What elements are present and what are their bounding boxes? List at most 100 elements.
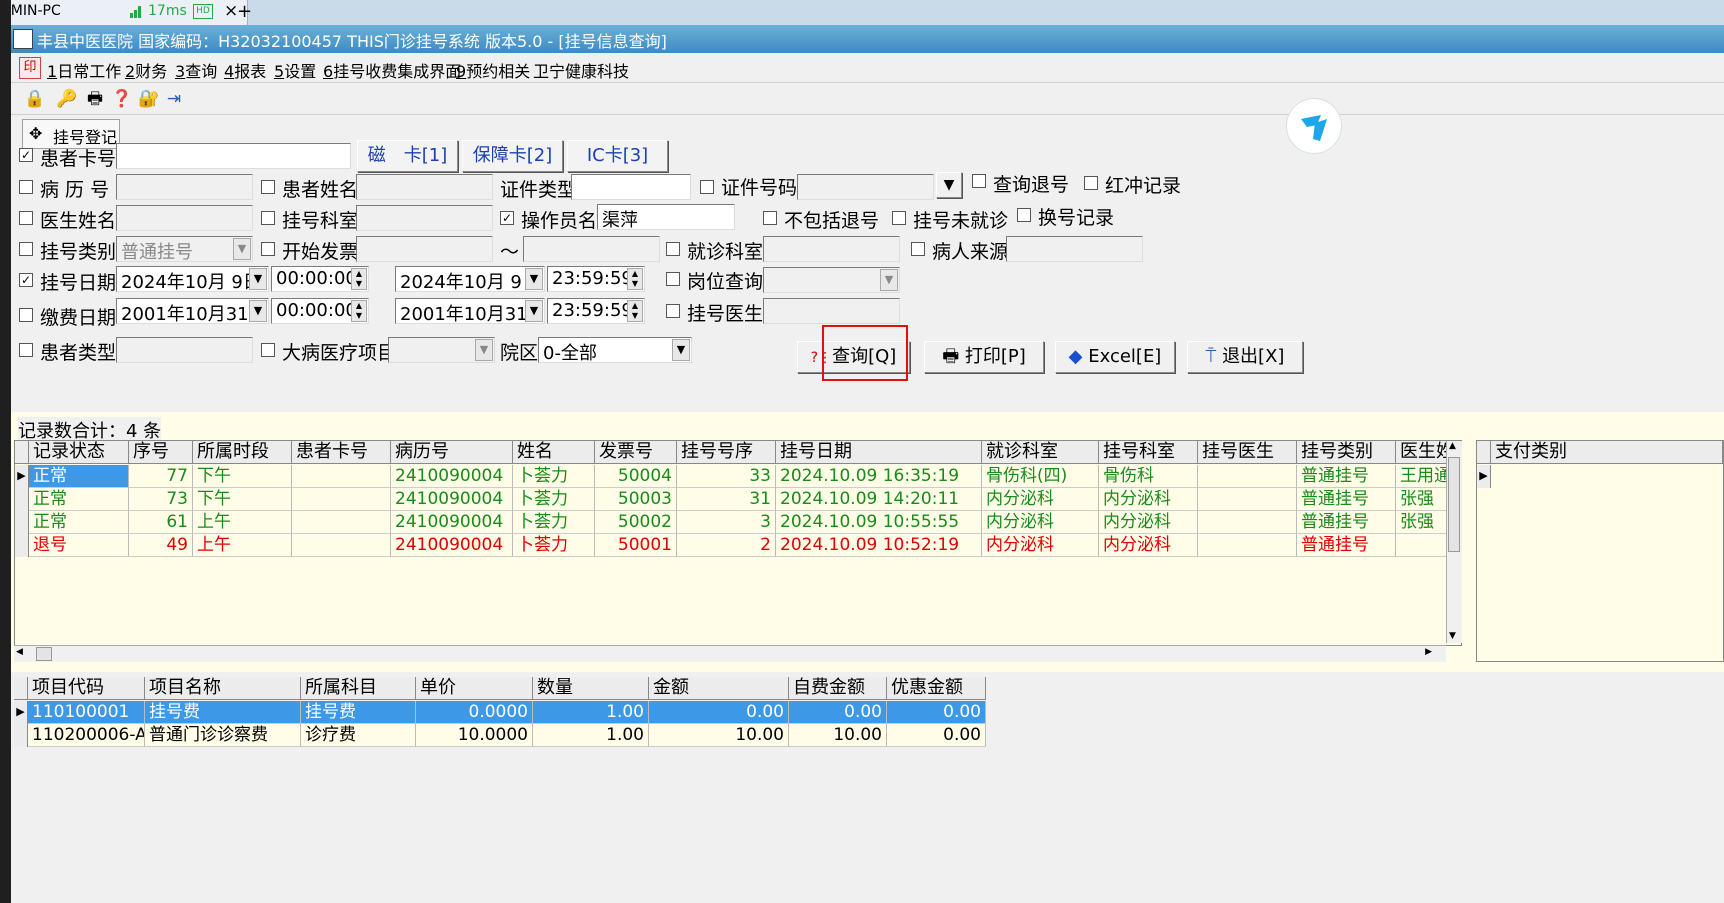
cell-reg-order[interactable]: 2 bbox=[677, 534, 776, 557]
patient-type-input[interactable] bbox=[116, 337, 253, 363]
cell-seq[interactable]: 77 bbox=[129, 465, 193, 488]
cell-period[interactable]: 上午 bbox=[193, 534, 292, 557]
reg-dept-input[interactable] bbox=[356, 205, 493, 231]
cell-invoice[interactable]: 50001 bbox=[595, 534, 677, 557]
calendar-dropdown-icon[interactable]: ▼ bbox=[249, 268, 267, 290]
start-invoice-checkbox[interactable] bbox=[261, 242, 275, 256]
fee-row[interactable]: 110200006-A 普通门诊诊察费 诊疗费 10.0000 1.00 10.00 10.… bbox=[14, 724, 986, 747]
reg-type-checkbox[interactable] bbox=[19, 242, 33, 256]
cell-reg-doctor[interactable] bbox=[1198, 465, 1297, 488]
cell-seq[interactable]: 49 bbox=[129, 534, 193, 557]
cell-record-no[interactable]: 2410090004 bbox=[391, 488, 513, 511]
cell-period[interactable]: 上午 bbox=[193, 511, 292, 534]
patient-source-checkbox[interactable] bbox=[911, 242, 925, 256]
cell-quantity[interactable]: 1.00 bbox=[533, 724, 649, 747]
cell-unit-price[interactable]: 10.0000 bbox=[416, 724, 533, 747]
exit-button[interactable]: ⍑ 退出[X] bbox=[1187, 341, 1303, 373]
cell-name[interactable]: 卜荟力 bbox=[513, 511, 595, 534]
exit-door-icon[interactable]: ⇥ bbox=[163, 88, 185, 110]
cell-invoice[interactable]: 50004 bbox=[595, 465, 677, 488]
help-icon[interactable]: ❓ bbox=[111, 88, 133, 110]
col-item-name[interactable]: 项目名称 bbox=[145, 677, 301, 700]
reg-date-from[interactable]: 2024年10月 9日 ▼ bbox=[116, 266, 269, 292]
hscroll-thumb[interactable] bbox=[36, 647, 52, 661]
record-no-input[interactable] bbox=[116, 174, 253, 200]
cell-reg-date[interactable]: 2024.10.09 10:52:19 bbox=[776, 534, 982, 557]
major-illness-select[interactable]: ▼ bbox=[388, 337, 495, 363]
cell-reg-type[interactable]: 普通挂号 bbox=[1297, 534, 1396, 557]
insurance-card-button[interactable]: 保障卡[2] bbox=[462, 140, 563, 172]
cell-status[interactable]: 正常 bbox=[29, 511, 129, 534]
scroll-thumb[interactable] bbox=[1448, 457, 1460, 552]
patient-source-input[interactable] bbox=[1006, 236, 1143, 262]
system-icon[interactable]: 印 bbox=[19, 57, 41, 79]
reg-time-from[interactable]: 00:00:00 ▲ ▼ bbox=[271, 266, 369, 292]
patient-type-checkbox[interactable] bbox=[19, 343, 33, 357]
card-no-input[interactable] bbox=[116, 143, 351, 169]
scroll-down-icon[interactable]: ▼ bbox=[1449, 631, 1456, 641]
table-row[interactable]: 正常 73 下午 2410090004 卜荟力 50003 31 2024.10.09 14:… bbox=[15, 488, 1447, 511]
reg-time-to[interactable]: 23:59:59 ▲ ▼ bbox=[547, 266, 645, 292]
cell-reg-date[interactable]: 2024.10.09 10:55:55 bbox=[776, 511, 982, 534]
col-visit-dept[interactable]: 就诊科室 bbox=[982, 441, 1099, 464]
cell-reg-date[interactable]: 2024.10.09 14:20:11 bbox=[776, 488, 982, 511]
menu-daily-work[interactable]: 1日常工作 bbox=[47, 58, 121, 82]
cell-reg-dept[interactable]: 内分泌科 bbox=[1099, 534, 1198, 557]
cell-doctor-name[interactable]: 张强 bbox=[1396, 488, 1447, 511]
menu-query[interactable]: 3查询 bbox=[175, 58, 217, 82]
operator-checkbox[interactable]: ✓ bbox=[500, 211, 514, 225]
cell-name[interactable]: 卜荟力 bbox=[513, 465, 595, 488]
spin-icon[interactable]: ▲ ▼ bbox=[351, 268, 367, 290]
menu-reg-fee[interactable]: 6挂号收费集成界面 bbox=[323, 58, 461, 82]
cell-reg-dept[interactable]: 内分泌科 bbox=[1099, 488, 1198, 511]
menu-settings[interactable]: 5设置 bbox=[274, 58, 316, 82]
id-no-checkbox[interactable] bbox=[700, 180, 714, 194]
fee-grid[interactable]: 项目代码 项目名称 所属科目 单价 数量 金额 自费金额 优惠金额 ▶ 11010… bbox=[14, 677, 986, 747]
chevron-down-icon[interactable]: ▼ bbox=[475, 339, 493, 361]
cell-card-no[interactable] bbox=[292, 534, 391, 557]
col-amount[interactable]: 金额 bbox=[649, 677, 789, 700]
chevron-down-icon[interactable]: ▼ bbox=[880, 269, 898, 291]
cell-visit-dept[interactable]: 内分泌科 bbox=[982, 511, 1099, 534]
new-tab-button[interactable]: + bbox=[237, 1, 252, 22]
col-name[interactable]: 姓名 bbox=[513, 441, 595, 464]
reg-date-to[interactable]: 2024年10月 9日 ▼ bbox=[395, 266, 545, 292]
cell-reg-order[interactable]: 31 bbox=[677, 488, 776, 511]
cell-self-pay[interactable]: 0.00 bbox=[789, 701, 887, 724]
card-no-checkbox[interactable]: ✓ bbox=[19, 148, 33, 162]
col-reg-date[interactable]: 挂号日期 bbox=[776, 441, 982, 464]
major-illness-checkbox[interactable] bbox=[261, 343, 275, 357]
cell-reg-doctor[interactable] bbox=[1198, 534, 1297, 557]
spin-icon[interactable]: ▲ ▼ bbox=[351, 300, 367, 322]
col-reg-type[interactable]: 挂号类别 bbox=[1297, 441, 1396, 464]
cell-item-name[interactable]: 普通门诊诊察费 bbox=[145, 724, 301, 747]
cell-record-no[interactable]: 2410090004 bbox=[391, 534, 513, 557]
col-card-no[interactable]: 患者卡号 bbox=[292, 441, 391, 464]
id-reader-icon[interactable]: ▼ bbox=[936, 172, 962, 198]
table-row[interactable]: ▶ 正常 77 下午 2410090004 卜荟力 50004 33 2024.10.09 16… bbox=[15, 465, 1447, 488]
cell-item-name[interactable]: 挂号费 bbox=[145, 701, 301, 724]
scroll-left-icon[interactable]: ◀ bbox=[16, 647, 23, 657]
scroll-right-icon[interactable]: ▶ bbox=[1425, 647, 1432, 657]
col-status[interactable]: 记录状态 bbox=[29, 441, 129, 464]
menu-winning[interactable]: 卫宁健康科技 bbox=[533, 58, 629, 82]
cell-reg-doctor[interactable] bbox=[1198, 511, 1297, 534]
reg-type-select[interactable]: 普通挂号 ▼ bbox=[116, 236, 253, 262]
cell-amount[interactable]: 0.00 bbox=[649, 701, 789, 724]
col-period[interactable]: 所属时段 bbox=[193, 441, 292, 464]
col-self-pay[interactable]: 自费金额 bbox=[789, 677, 887, 700]
scroll-up-icon[interactable]: ▲ bbox=[1449, 441, 1456, 451]
operator-input[interactable]: 渠萍 bbox=[597, 204, 735, 230]
cell-doctor-name[interactable]: 王用通 bbox=[1396, 465, 1447, 488]
col-discount[interactable]: 优惠金额 bbox=[887, 677, 986, 700]
cell-invoice[interactable]: 50002 bbox=[595, 511, 677, 534]
key-icon[interactable]: 🔑 bbox=[56, 88, 78, 110]
calendar-dropdown-icon[interactable]: ▼ bbox=[525, 268, 543, 290]
end-invoice-input[interactable] bbox=[523, 236, 660, 262]
cell-seq[interactable]: 73 bbox=[129, 488, 193, 511]
cell-card-no[interactable] bbox=[292, 488, 391, 511]
cell-card-no[interactable] bbox=[292, 465, 391, 488]
cell-reg-type[interactable]: 普通挂号 bbox=[1297, 488, 1396, 511]
red-record-checkbox[interactable] bbox=[1084, 176, 1098, 190]
cell-period[interactable]: 下午 bbox=[193, 488, 292, 511]
